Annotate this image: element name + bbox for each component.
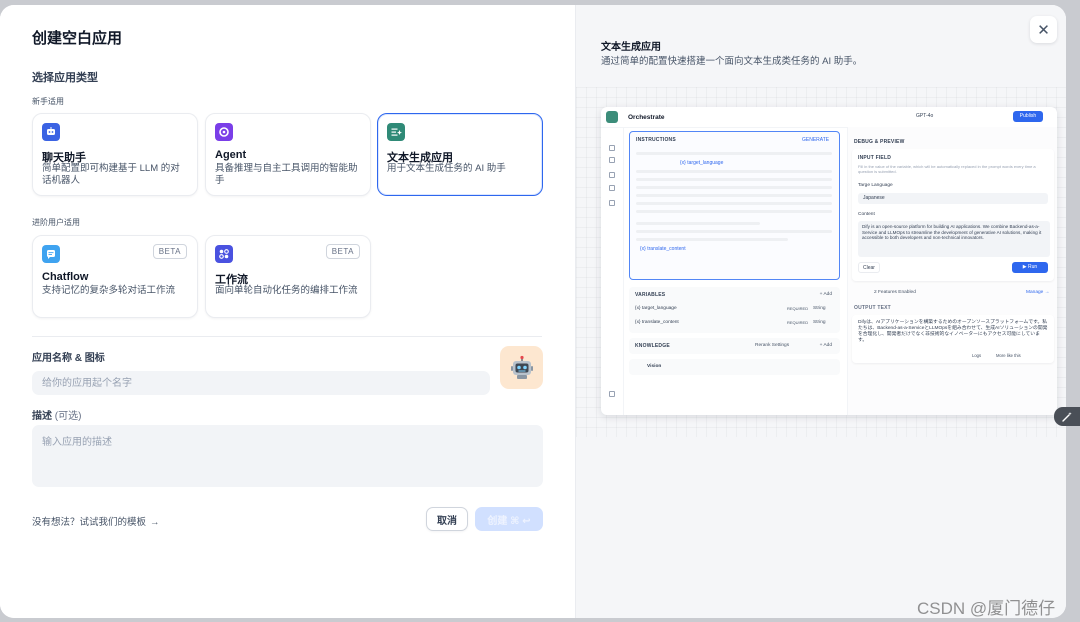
preview-variables-label: VARIABLES	[635, 292, 666, 298]
section-divider	[32, 336, 542, 337]
try-templates-text: 没有想法？试试我们的模板	[32, 517, 147, 528]
preview-rerank-settings: Rerank Settings	[755, 343, 790, 348]
preview-orchestrate-title: Orchestrate	[628, 114, 665, 121]
beginner-group-label: 新手适用	[32, 97, 64, 106]
preview-manage-link: Manage →	[1026, 290, 1050, 295]
preview-required-tag: REQUIRED	[787, 320, 809, 325]
preview-input-card: INPUT FIELD Fill in the value of the var…	[852, 149, 1054, 281]
agent-icon	[215, 123, 233, 141]
app-type-section-title: 选择应用类型	[32, 72, 98, 84]
app-type-desc: 具备推理与自主工具调用的智能助手	[215, 163, 358, 186]
close-button[interactable]: ✕	[1030, 16, 1057, 43]
preview-output-value: Difyは、AIアプリケーションを構築するためのオープンソースプラットフォームで…	[858, 320, 1048, 343]
preview-logs-button: Logs	[972, 353, 982, 358]
preview-knowledge-label: KNOWLEDGE	[635, 343, 670, 349]
preview-debug-label: DEBUG & PREVIEW	[854, 139, 905, 145]
preview-generate-button: GENERATE	[802, 137, 830, 143]
preview-vision-label: Vision	[647, 364, 662, 369]
preview-required-tag: REQUIRED	[787, 306, 809, 311]
app-type-card-workflow[interactable]: BETA 工作流 面向单轮自动化任务的编排工作流	[205, 235, 371, 318]
advanced-group-label: 进阶用户适用	[32, 218, 80, 227]
app-icon-picker[interactable]	[500, 346, 543, 389]
create-app-dialog: 创建空白应用 选择应用类型 新手适用 聊天助手 简单配置即可构建基于 LLM 的…	[0, 5, 1066, 618]
app-name-label: 应用名称 & 图标	[32, 353, 105, 364]
preview-instructions-box: INSTRUCTIONS GENERATE {x} target_languag…	[629, 131, 840, 280]
preview-description: 通过简单的配置快速搭建一个面向文本生成类任务的 AI 助手。	[601, 56, 863, 67]
chat-bot-icon	[42, 123, 60, 141]
preview-model-selector: GPT-4o	[916, 113, 934, 119]
preview-var-target: {x} target_language	[680, 160, 724, 166]
app-name-input[interactable]	[32, 371, 490, 395]
app-type-card-agent[interactable]: Agent 具备推理与自主工具调用的智能助手	[205, 113, 371, 196]
preview-features-enabled: 2 Features Enabled	[874, 290, 916, 295]
preview-output-label: OUTPUT TEXT	[854, 305, 891, 311]
description-label-text: 描述	[32, 411, 52, 422]
magic-wand-icon	[1062, 411, 1072, 422]
preview-more-like-this: More like this	[996, 353, 1021, 358]
preview-output-card: Difyは、AIアプリケーションを構築するためのオープンソースプラットフォームで…	[852, 315, 1054, 363]
preview-publish-button: Publish	[1013, 111, 1043, 122]
preview-title: 文本生成应用	[601, 42, 661, 53]
app-type-card-chatflow[interactable]: BETA Chatflow 支持记忆的复杂多轮对话工作流	[32, 235, 198, 318]
preview-sidebar	[601, 127, 624, 415]
dialog-title: 创建空白应用	[32, 30, 123, 47]
preview-clear-button: Clear	[858, 262, 880, 273]
preview-var-content: {x} translate_content	[640, 246, 686, 252]
preview-run-button: ▶ Run	[1012, 262, 1048, 273]
preview-topbar: Orchestrate GPT-4o Publish	[601, 107, 1057, 128]
preview-content-value: Dify is an open-source platform for buil…	[858, 221, 1050, 257]
preview-panel: ✕ 文本生成应用 通过简单的配置快速搭建一个面向文本生成类任务的 AI 助手。 …	[575, 5, 1066, 618]
preview-string-tag: String	[813, 306, 826, 311]
workflow-icon	[215, 245, 233, 263]
description-label: 描述 (可选)	[32, 407, 81, 422]
create-app-form-panel: 创建空白应用 选择应用类型 新手适用 聊天助手 简单配置即可构建基于 LLM 的…	[0, 5, 575, 618]
app-type-desc: 面向单轮自动化任务的编排工作流	[215, 285, 358, 296]
app-type-name: Chatflow	[42, 271, 89, 283]
preview-variables-section: VARIABLES + Add {x} target_language REQU…	[629, 287, 840, 333]
preview-knowledge-section: KNOWLEDGE Rerank Settings + Add	[629, 338, 840, 354]
preview-target-label: Targe Language	[858, 183, 893, 188]
app-type-desc: 简单配置即可构建基于 LLM 的对话机器人	[42, 163, 180, 186]
robot-icon	[510, 355, 533, 379]
preview-debug-panel: DEBUG & PREVIEW INPUT FIELD Fill in the …	[847, 127, 1057, 415]
preview-instructions-label: INSTRUCTIONS	[636, 137, 676, 143]
preview-screenshot: Orchestrate GPT-4o Publish INSTRUCTIONS …	[601, 107, 1057, 415]
app-type-name: Agent	[215, 149, 247, 161]
try-templates-link[interactable]: 没有想法？试试我们的模板 →	[32, 514, 160, 528]
chatflow-icon	[42, 245, 60, 263]
description-input[interactable]	[32, 425, 543, 487]
text-generation-icon	[387, 123, 405, 141]
preview-add-knowledge: + Add	[819, 343, 832, 348]
preview-add-variable: + Add	[819, 292, 832, 297]
beta-badge: BETA	[325, 244, 360, 259]
beta-badge: BETA	[152, 244, 187, 259]
app-type-desc: 用于文本生成任务的 AI 助手	[387, 163, 506, 174]
app-type-card-chat-assistant[interactable]: 聊天助手 简单配置即可构建基于 LLM 的对话机器人	[32, 113, 198, 196]
magic-wand-button[interactable]	[1054, 407, 1080, 426]
preview-target-select: Japanese	[858, 193, 1048, 204]
create-button[interactable]: 创建 ⌘ ↩	[475, 507, 543, 531]
preview-string-tag: String	[813, 320, 826, 325]
preview-variable-row: {x} target_language	[635, 306, 677, 311]
optional-hint: (可选)	[54, 411, 82, 422]
csdn-watermark: CSDN @厦门德仔	[917, 599, 1056, 618]
app-type-desc: 支持记忆的复杂多轮对话工作流	[42, 285, 176, 296]
preview-content-label: Content	[858, 212, 875, 217]
preview-input-hint: Fill in the value of the variable, which…	[858, 164, 1036, 174]
cancel-button[interactable]: 取消	[426, 507, 468, 531]
preview-variable-row: {x} translate_content	[635, 320, 679, 325]
preview-app-logo	[606, 111, 618, 123]
arrow-right-icon: →	[150, 517, 160, 528]
close-icon: ✕	[1037, 21, 1050, 39]
app-type-card-text-generation[interactable]: 文本生成应用 用于文本生成任务的 AI 助手	[377, 113, 543, 196]
preview-input-field-label: INPUT FIELD	[858, 155, 892, 161]
preview-vision-section: Vision	[629, 359, 840, 375]
